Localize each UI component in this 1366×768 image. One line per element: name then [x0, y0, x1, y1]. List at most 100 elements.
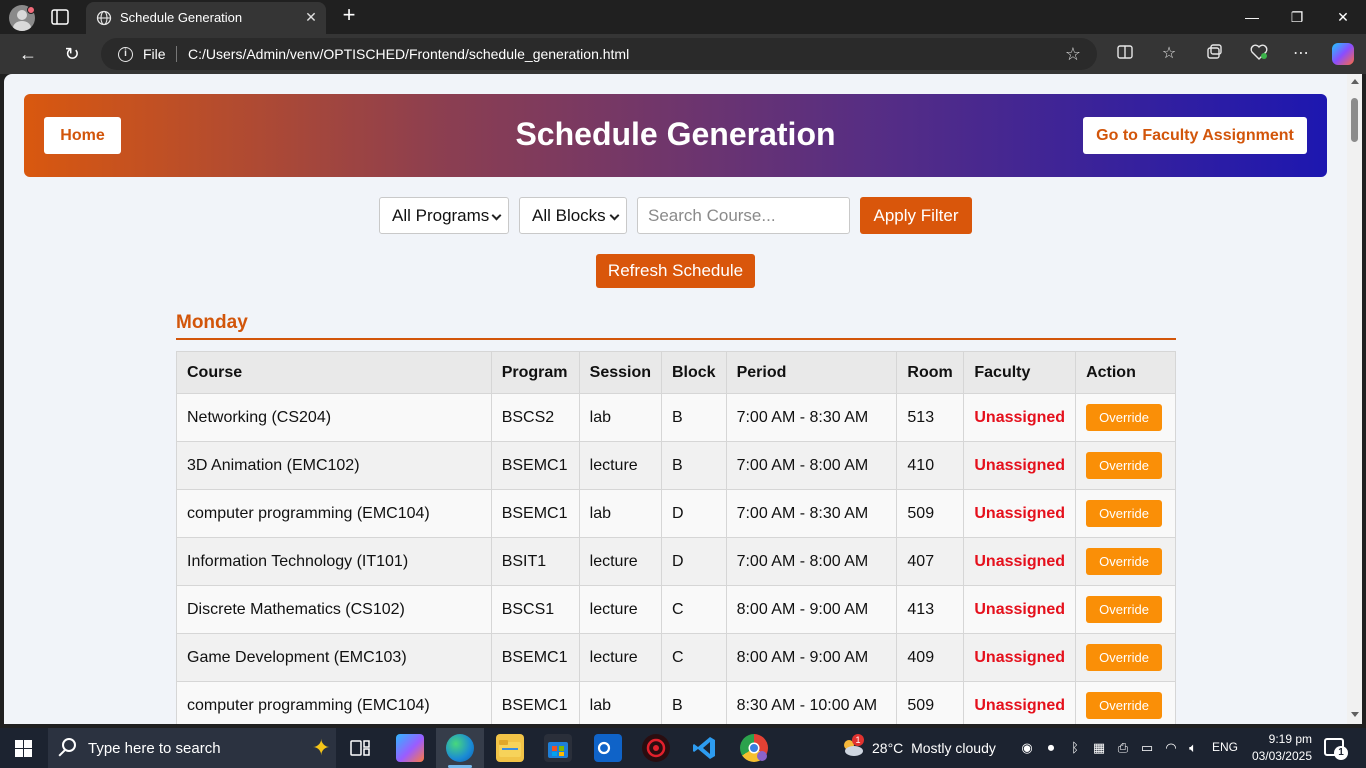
location-icon[interactable]: ◉ [1019, 740, 1035, 756]
reload-icon[interactable]: ↻ [60, 43, 84, 65]
period-cell: 7:00 AM - 8:30 AM [725, 393, 898, 442]
more-menu-icon[interactable]: ⋯ [1290, 43, 1312, 65]
override-button[interactable]: Override [1086, 452, 1163, 479]
period-cell: 8:00 AM - 9:00 AM [725, 633, 898, 682]
volume-icon[interactable]: 🔈︎ [1185, 740, 1201, 756]
override-button[interactable]: Override [1086, 500, 1163, 527]
bluetooth-icon[interactable]: ᛒ [1067, 740, 1083, 756]
language-indicator[interactable]: ENG [1212, 740, 1238, 754]
scroll-up-arrow-icon[interactable] [1351, 79, 1359, 84]
chevron-down-icon [491, 210, 502, 221]
course-cell: Information Technology (IT101) [176, 537, 492, 586]
windows-start-icon[interactable] [15, 740, 32, 757]
block-cell: D [661, 489, 727, 538]
override-button[interactable]: Override [1086, 404, 1163, 431]
override-button[interactable]: Override [1086, 644, 1163, 671]
info-icon[interactable]: i [118, 47, 133, 62]
column-header: Program [490, 351, 580, 394]
program-select-value: All Programs [392, 206, 490, 225]
override-button[interactable]: Override [1086, 692, 1163, 719]
faculty-cell: Unassigned [963, 441, 1077, 490]
table-row: computer programming (EMC104) BSEMC1 lab… [176, 489, 1176, 538]
split-screen-icon[interactable] [1114, 43, 1136, 65]
search-icon [62, 738, 76, 752]
scrollbar-thumb[interactable] [1351, 98, 1358, 142]
faculty-assignment-button[interactable]: Go to Faculty Assignment [1083, 117, 1307, 154]
new-tab-icon[interactable]: + [338, 4, 360, 27]
battery-icon[interactable]: ▭ [1139, 740, 1155, 756]
favorite-star-icon[interactable]: ☆ [1063, 44, 1083, 64]
close-tab-icon[interactable]: ✕ [302, 8, 320, 26]
restore-icon[interactable]: ❐ [1285, 6, 1309, 28]
table-row: Networking (CS204) BSCS2 lab B 7:00 AM -… [176, 393, 1176, 442]
override-button[interactable]: Override [1086, 596, 1163, 623]
room-cell: 509 [896, 681, 965, 724]
faculty-cell: Unassigned [963, 393, 1077, 442]
profile-status-dot [27, 6, 35, 14]
task-view-icon[interactable] [348, 736, 372, 760]
program-cell: BSCS1 [490, 585, 580, 634]
override-button[interactable]: Override [1086, 548, 1163, 575]
taskbar-search-box[interactable]: Type here to search ✦ [48, 728, 336, 768]
back-icon[interactable]: ← [16, 43, 40, 65]
vscode-icon[interactable] [690, 734, 718, 762]
device-icon[interactable]: ⎙ [1115, 740, 1131, 756]
favorites-icon[interactable]: ☆ [1158, 43, 1180, 65]
action-cell: Override [1075, 681, 1176, 724]
room-cell: 513 [896, 393, 965, 442]
course-cell: Discrete Mathematics (CS102) [176, 585, 492, 634]
browser-essentials-icon[interactable] [1248, 43, 1270, 65]
block-cell: B [661, 393, 727, 442]
session-cell: lab [578, 489, 663, 538]
action-cell: Override [1075, 489, 1176, 538]
security-app-icon[interactable] [642, 734, 670, 762]
close-window-icon[interactable]: ✕ [1331, 6, 1355, 28]
block-select[interactable]: All Blocks [519, 197, 627, 234]
column-header: Room [896, 351, 965, 394]
course-cell: computer programming (EMC104) [176, 681, 492, 724]
table-row: Discrete Mathematics (CS102) BSCS1 lectu… [176, 585, 1176, 634]
table-row: Game Development (EMC103) BSEMC1 lecture… [176, 633, 1176, 682]
copilot-icon[interactable] [1332, 43, 1354, 65]
period-cell: 8:00 AM - 9:00 AM [725, 585, 898, 634]
copilot-app-icon[interactable] [396, 734, 424, 762]
address-bar: ← ↻ i File C:/Users/Admin/venv/OPTISCHED… [0, 34, 1366, 74]
session-cell: lab [578, 393, 663, 442]
clock-time[interactable]: 9:19 pm [1248, 732, 1312, 746]
minimize-icon[interactable]: — [1240, 6, 1264, 28]
tab-actions-icon[interactable] [50, 8, 70, 26]
file-explorer-icon[interactable] [496, 734, 524, 762]
program-cell: BSIT1 [490, 537, 580, 586]
column-header: Block [661, 351, 727, 394]
program-select[interactable]: All Programs [379, 197, 509, 234]
table-row: 3D Animation (EMC102) BSEMC1 lecture B 7… [176, 441, 1176, 490]
page-scrollbar[interactable] [1347, 74, 1362, 724]
room-cell: 407 [896, 537, 965, 586]
active-tab[interactable]: Schedule Generation ✕ [86, 2, 326, 34]
app-tray-icon[interactable]: ▦ [1091, 740, 1107, 756]
session-cell: lecture [578, 633, 663, 682]
url-text[interactable]: C:/Users/Admin/venv/OPTISCHED/Frontend/s… [188, 46, 629, 62]
block-cell: C [661, 585, 727, 634]
apply-filter-button[interactable]: Apply Filter [860, 197, 972, 234]
clock-date[interactable]: 03/03/2025 [1240, 749, 1312, 763]
collections-icon[interactable] [1203, 43, 1225, 65]
weather-temperature: 28°C [872, 740, 904, 756]
tab-title: Schedule Generation [120, 10, 243, 25]
edge-app-icon[interactable] [446, 734, 474, 762]
action-cell: Override [1075, 537, 1176, 586]
refresh-schedule-button[interactable]: Refresh Schedule [596, 254, 755, 288]
column-header: Period [725, 351, 898, 394]
weather-badge: 1 [852, 734, 864, 746]
block-cell: D [661, 537, 727, 586]
wifi-icon[interactable]: ◠ [1163, 740, 1179, 756]
scroll-down-arrow-icon[interactable] [1351, 712, 1359, 717]
course-search-input[interactable] [637, 197, 850, 234]
block-select-value: All Blocks [532, 206, 606, 225]
microsoft-store-icon[interactable] [544, 734, 572, 762]
record-icon[interactable]: ⏺ [1043, 740, 1059, 756]
omnibox[interactable]: i File C:/Users/Admin/venv/OPTISCHED/Fro… [101, 38, 1097, 70]
outlook-icon[interactable] [594, 734, 622, 762]
weather-readout[interactable]: 28°C Mostly cloudy [872, 740, 996, 756]
chrome-icon[interactable] [740, 734, 768, 762]
